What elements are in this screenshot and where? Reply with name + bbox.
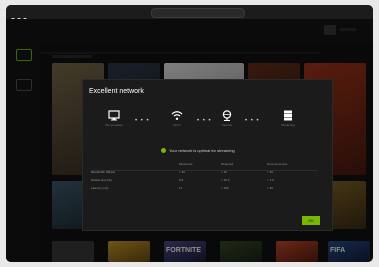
table-cell: < 10.0 [221,178,230,182]
dialog-title: Excellent network [89,88,144,95]
hop-label: Internet [221,123,233,127]
check-icon [161,148,166,154]
table-cell: < 40 [267,186,273,190]
connector-dots: • • • [135,118,150,124]
table-cell: Packet loss (%) [91,178,112,182]
hop-wifi: Wi-Fi [158,110,196,127]
column-header: Measured [179,162,193,166]
hop-label: My computer [105,123,123,127]
table-cell: < 150 [221,186,229,190]
hop-internet: Internet [208,110,246,127]
status-message: Your network is optimal for streaming [161,148,235,154]
table-header-row: Measured Required Recommended [91,162,311,170]
status-text: Your network is optimal for streaming [169,148,235,153]
ok-button[interactable]: OK [302,216,320,225]
address-bar[interactable] [151,8,245,18]
hop-computer: My computer [95,110,133,127]
hop-streaming: Streaming [269,110,307,127]
title-bar [6,5,373,22]
globe-icon [222,110,232,121]
table-divider [91,170,317,171]
network-stats-table: Measured Required Recommended Bandwidth … [91,162,311,194]
connector-dots: • • • [245,118,260,124]
table-cell: < 1.0 [267,178,274,182]
table-cell: Latency (ms) [91,186,109,190]
column-header: Recommended [267,162,288,166]
network-test-dialog: Excellent network My computer • • • Wi-F… [82,79,333,231]
hop-label: Streaming [281,123,295,127]
table-cell: 17 [179,186,183,190]
table-row: Latency (ms) 17 < 150 < 40 [91,186,311,194]
server-icon [284,110,292,121]
table-row: Packet loss (%) 0.0 < 10.0 < 1.0 [91,178,311,186]
column-header: Required [221,162,234,166]
hop-label: Wi-Fi [173,123,181,127]
table-cell: 0.0 [179,178,184,182]
monitor-icon [108,110,120,121]
app-window: FORTNITE FIFA Excellent network My compu… [6,5,373,262]
wifi-icon [171,111,183,120]
table-row: Bandwidth (Mbps) > 40 > 15 > 25 [91,170,311,178]
